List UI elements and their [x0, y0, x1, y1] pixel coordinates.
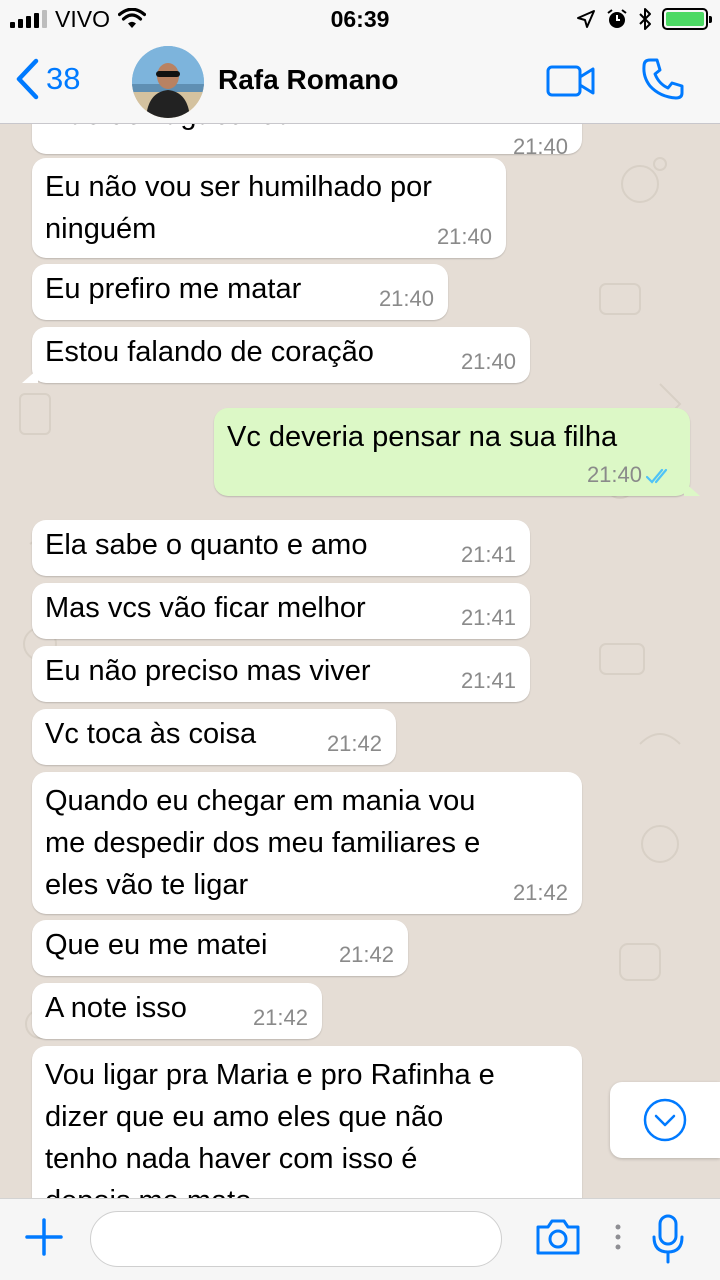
message-input-wrapper: [90, 1211, 502, 1267]
message-time: 21:42: [326, 731, 382, 756]
avatar-photo: [132, 46, 204, 118]
message-bubble-3[interactable]: Eu prefiro me matar 21:40: [32, 264, 448, 320]
message-text: Que eu me matei: [45, 929, 268, 961]
location-icon: [577, 10, 595, 28]
message-bubble-6[interactable]: Ela sabe o quanto e amo 21:41: [32, 520, 530, 576]
message-input[interactable]: [91, 1212, 501, 1266]
message-bubble-10[interactable]: Quando eu chegar em mania vou me despedi…: [32, 772, 582, 914]
message-text: Quando eu chegar em mania vou me despedi…: [45, 780, 480, 906]
camera-icon[interactable]: [534, 1217, 582, 1257]
message-text: Eu prefiro me matar: [45, 273, 302, 305]
battery-icon: [662, 8, 712, 30]
message-text: Vc deveria pensar na sua filha: [227, 421, 618, 453]
message-line: ninguém: [45, 213, 157, 245]
scroll-to-bottom-button[interactable]: [610, 1082, 720, 1158]
plus-icon[interactable]: [24, 1217, 64, 1257]
message-line: Eu não vou ser humilhado por: [45, 171, 432, 203]
mic-icon[interactable]: [650, 1213, 686, 1265]
more-options-icon: [615, 1224, 621, 1250]
alarm-icon: [607, 9, 627, 28]
message-time: 21:42: [252, 1005, 308, 1030]
message-time: 21:40: [460, 349, 516, 374]
message-bubble-9[interactable]: Vc toca às coisa 21:42: [32, 709, 396, 765]
message-line: Vou ligar pra Maria e pro Rafinha e: [45, 1059, 495, 1091]
message-bubble-1[interactable]: mãe de vagabunda 21:40: [32, 124, 582, 159]
avatar[interactable]: [132, 46, 204, 118]
message-text: Eu não vou ser humilhado por ninguém: [45, 166, 432, 250]
bubble-tail: [684, 482, 700, 496]
message-bubble-8[interactable]: Eu não preciso mas viver 21:41: [32, 646, 530, 702]
message-time: 21:41: [460, 668, 516, 693]
bluetooth-icon: [639, 8, 651, 30]
status-right: [576, 6, 712, 32]
message-time: 21:40: [436, 224, 492, 249]
message-time: 21:41: [460, 605, 516, 630]
message-text: Ela sabe o quanto e amo: [45, 529, 368, 561]
message-text: Estou falando de coração: [45, 336, 374, 368]
message-time: 21:40: [586, 462, 642, 487]
message-text: mãe de vagabunda: [45, 124, 293, 136]
back-button[interactable]: 38: [14, 58, 80, 100]
chat-header: 38 Rafa Romano: [0, 40, 720, 124]
message-bubble-5[interactable]: Vc deveria pensar na sua filha 21:40: [214, 408, 700, 496]
read-receipt-icon: [646, 468, 668, 484]
back-chevron-icon: [16, 58, 39, 100]
message-time: 21:40: [378, 286, 434, 311]
message-bubble-4[interactable]: Estou falando de coração 21:40: [22, 327, 530, 383]
video-call-icon[interactable]: [546, 64, 596, 98]
message-line: tenho nada haver com isso é: [45, 1143, 418, 1175]
message-text: A note isso: [45, 992, 187, 1024]
message-text: Eu não preciso mas viver: [45, 655, 371, 687]
message-line: me despedir dos meu familiares e: [45, 827, 481, 859]
phone-icon[interactable]: [640, 56, 686, 102]
message-line: depois me mato: [45, 1185, 251, 1198]
message-text: Vc toca às coisa: [45, 718, 257, 750]
message-composer: [0, 1198, 720, 1280]
message-list[interactable]: mãe de vagabunda 21:40 Eu não vou ser hu…: [0, 124, 720, 1198]
message-time: 21:41: [460, 542, 516, 567]
message-bubble-13[interactable]: Vou ligar pra Maria e pro Rafinha e dize…: [32, 1046, 582, 1198]
message-bubble-12[interactable]: A note isso 21:42: [32, 983, 322, 1039]
message-bubble-2[interactable]: Eu não vou ser humilhado por ninguém 21:…: [32, 158, 506, 258]
scroll-down-icon: [643, 1098, 687, 1142]
message-line: Quando eu chegar em mania vou: [45, 785, 476, 817]
message-bubble-7[interactable]: Mas vcs vão ficar melhor 21:41: [32, 583, 530, 639]
message-time: 21:40: [512, 134, 568, 159]
message-bubble-11[interactable]: Que eu me matei 21:42: [32, 920, 408, 976]
bubble-tail: [22, 369, 38, 383]
message-text: Vou ligar pra Maria e pro Rafinha e dize…: [45, 1054, 495, 1198]
message-time: 21:42: [512, 880, 568, 905]
contact-name[interactable]: Rafa Romano: [218, 64, 398, 96]
unread-count: 38: [46, 61, 81, 96]
message-text: Mas vcs vão ficar melhor: [45, 592, 366, 624]
message-line: dizer que eu amo eles que não: [45, 1101, 444, 1133]
status-bar: VIVO 06:39: [0, 0, 720, 40]
message-time: 21:42: [338, 942, 394, 967]
message-line: eles vão te ligar: [45, 869, 249, 901]
